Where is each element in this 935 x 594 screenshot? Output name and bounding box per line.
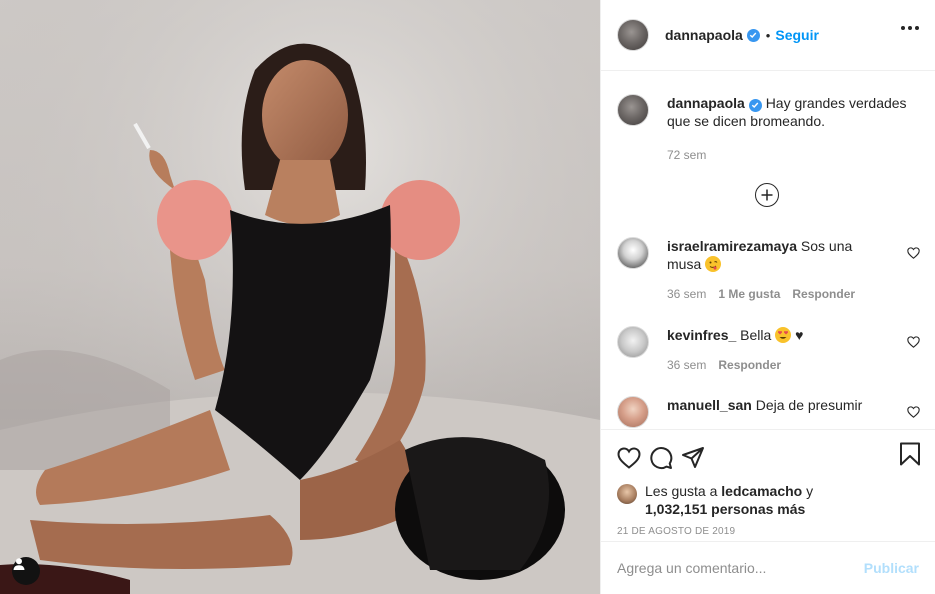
tagged-user-button[interactable] [12,557,40,585]
add-comment-bar: Publicar [601,541,935,594]
share-button[interactable] [673,438,713,478]
commenter-avatar[interactable] [617,396,649,428]
more-horizontal-icon[interactable] [901,26,919,30]
author-avatar[interactable] [617,19,649,51]
post-photo-illustration [0,0,600,594]
publish-button[interactable]: Publicar [864,560,919,576]
post-header: dannapaola • Seguir [601,0,935,71]
reply-button[interactable]: Responder [718,356,781,374]
savoring-food-face-emoji [705,256,722,272]
user-icon [13,558,25,570]
verified-badge-icon [748,98,762,112]
comment-item: kevinfres_ Bella ♥ 36 sem Responder [617,326,920,374]
reply-button[interactable]: Responder [792,285,855,303]
likes-summary: Les gusta a ledcamacho y 1,032,151 perso… [617,482,919,518]
caption-username[interactable]: dannapaola [667,95,745,111]
share-icon [682,447,704,468]
verified-badge-icon [746,28,760,42]
likes-prefix: Les gusta a [645,483,718,499]
commenter-avatar[interactable] [617,237,649,269]
post-photo[interactable] [0,0,600,594]
heart-icon[interactable] [907,247,920,259]
caption-time[interactable]: 72 sem [667,148,935,162]
heart-icon[interactable] [907,336,920,348]
liker-avatar[interactable] [617,484,637,504]
likes-joiner: y [806,483,814,499]
post-dialog: dannapaola • Seguir dannapaola Hay grand… [0,0,935,594]
comment-username[interactable]: israelramirezamaya [667,238,797,254]
separator-dot: • [765,27,771,43]
comment-username[interactable]: manuell_san [667,397,752,413]
comment-time[interactable]: 36 sem [667,285,706,303]
comments-list[interactable]: dannapaola Hay grandes verdades que se d… [601,71,935,429]
author-username[interactable]: dannapaola [665,27,743,43]
heart-icon [617,447,641,469]
comment-input[interactable] [617,560,857,576]
liker-username[interactable]: ledcamacho [721,483,802,499]
likes-count[interactable]: 1,032,151 personas más [645,501,805,517]
post-date[interactable]: 21 DE AGOSTO DE 2019 [617,526,919,537]
comment-likes[interactable]: 1 Me gusta [718,285,780,303]
comment-text: Deja de presumir [755,397,863,413]
commenter-avatar[interactable] [617,326,649,358]
post-actions: Les gusta a ledcamacho y 1,032,151 perso… [601,429,935,541]
plus-icon [761,189,773,201]
heart-suffix: ♥ [795,327,804,343]
bookmark-icon[interactable] [899,442,921,466]
comment-text: Bella [740,327,772,343]
comment-item: israelramirezamaya Sos una musa 36 sem 1… [617,237,920,303]
comment-username[interactable]: kevinfres_ [667,327,736,343]
comment-icon [650,447,673,470]
heart-icon[interactable] [907,406,920,418]
post-caption: dannapaola Hay grandes verdades que se d… [601,71,935,130]
heart-eyes-face-emoji [775,327,792,343]
author-avatar[interactable] [617,94,649,126]
follow-button[interactable]: Seguir [775,27,819,43]
load-more-comments-button[interactable] [755,183,779,207]
post-side-panel: dannapaola • Seguir dannapaola Hay grand… [600,0,935,594]
comment-item: manuell_san Deja de presumir [617,396,920,428]
comment-time[interactable]: 36 sem [667,356,706,374]
